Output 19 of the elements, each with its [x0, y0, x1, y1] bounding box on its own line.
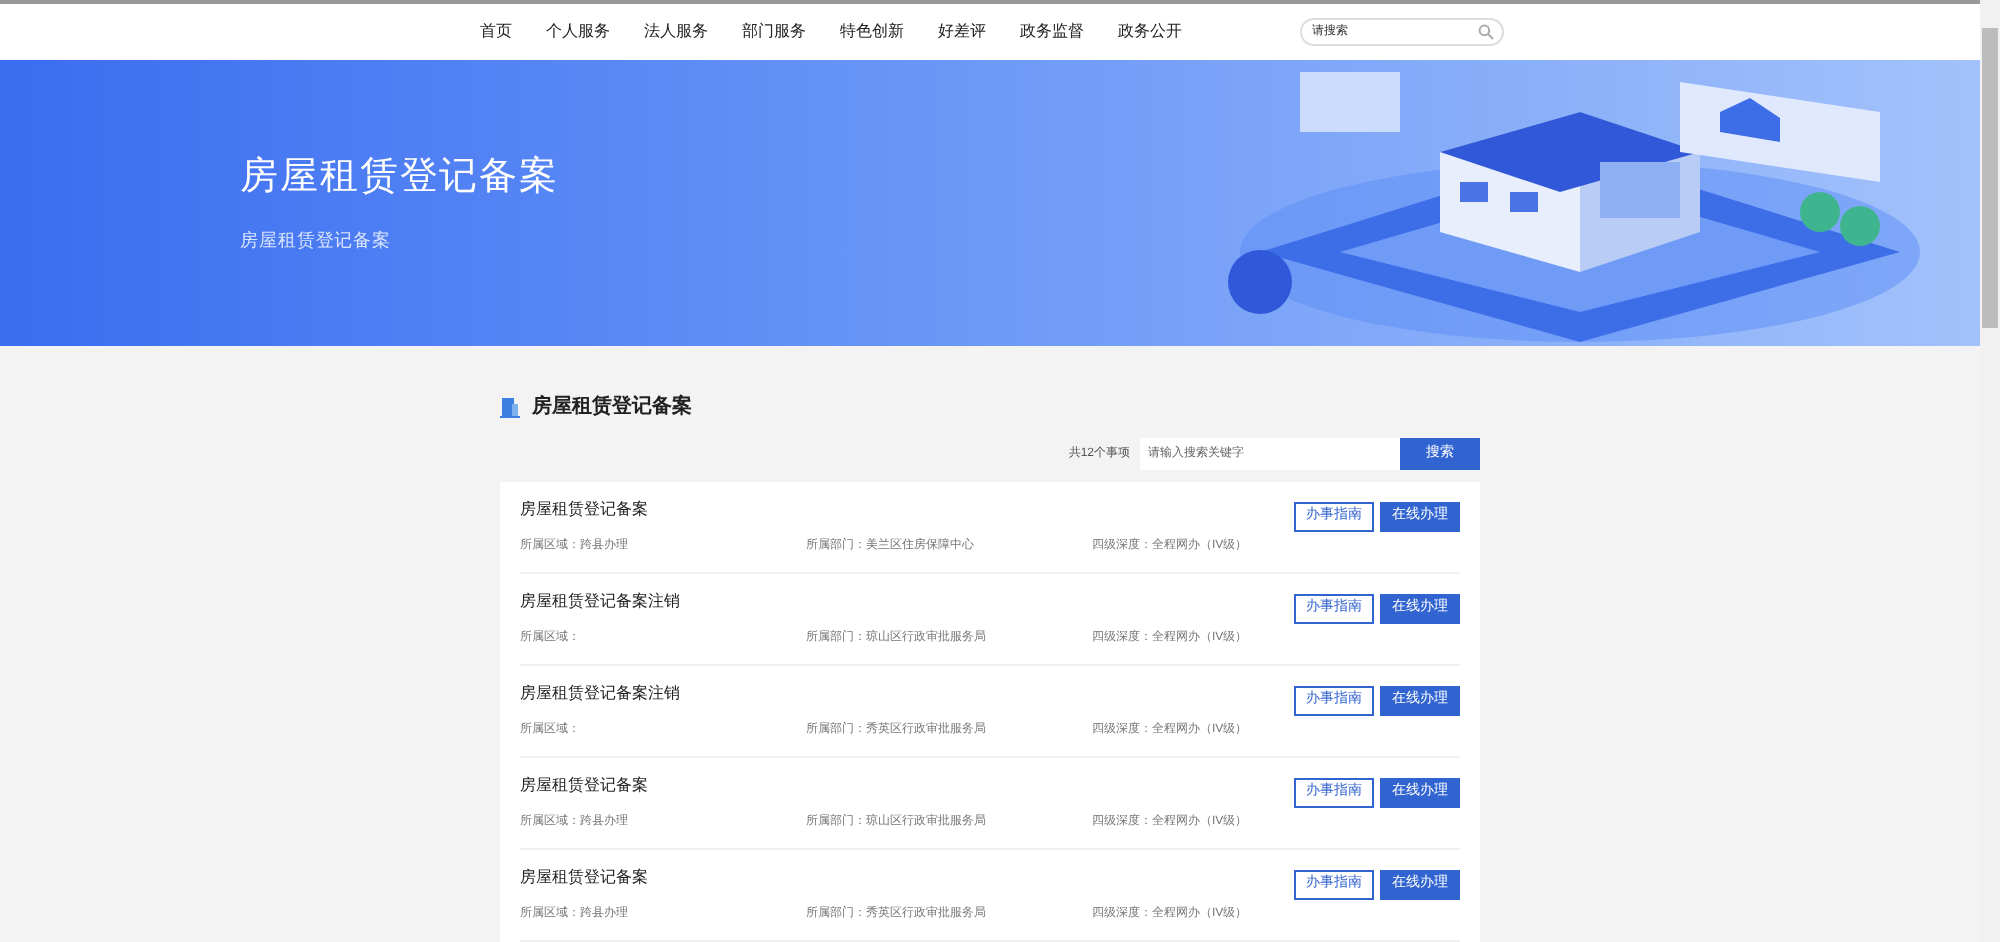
nav-link[interactable]: 好差评 [938, 19, 986, 44]
nav-link[interactable]: 政务监督 [1020, 19, 1084, 44]
banner-title: 房屋租赁登记备案 [240, 153, 562, 203]
search-icon [1478, 23, 1494, 40]
item-title[interactable]: 房屋租赁登记备案 [520, 498, 1294, 522]
nav-link[interactable]: 法人服务 [644, 19, 708, 44]
building-icon [500, 396, 520, 418]
item-title[interactable]: 房屋租赁登记备案 [520, 866, 1294, 890]
nav-link[interactable]: 政务公开 [1118, 19, 1182, 44]
banner-subtitle: 房屋租赁登记备案 [240, 227, 394, 254]
item-title[interactable]: 房屋租赁登记备案 [520, 774, 1294, 798]
scrollbar-thumb[interactable] [1982, 28, 1998, 328]
nav-link[interactable]: 个人服务 [546, 19, 610, 44]
nav-link[interactable]: 首页 [480, 19, 512, 44]
nav-link[interactable]: 部门服务 [742, 19, 806, 44]
section-title: 房屋租赁登记备案 [532, 392, 692, 422]
nav-link[interactable]: 特色创新 [840, 19, 904, 44]
item-title[interactable]: 房屋租赁登记备案注销 [520, 590, 1294, 614]
item-title[interactable]: 房屋租赁登记备案注销 [520, 682, 1294, 706]
